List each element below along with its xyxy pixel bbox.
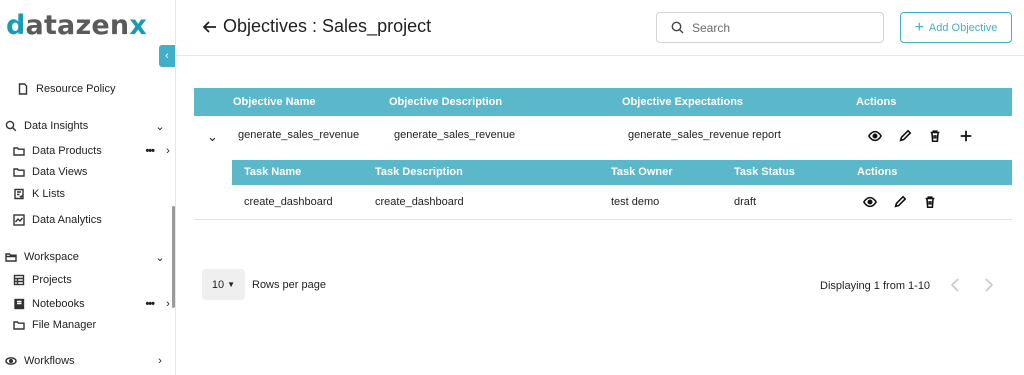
search-input[interactable] <box>692 20 872 35</box>
task-name-cell: create_dashboard <box>244 196 333 208</box>
caret-down-icon: ▼ <box>227 280 236 289</box>
sidebar-item-label: K Lists <box>32 188 66 200</box>
chevron-left-icon <box>950 278 959 292</box>
task-owner-cell: test demo <box>611 196 660 208</box>
chevron-left-icon: ‹ <box>165 50 169 62</box>
objective-expectations-cell: generate_sales_revenue report <box>628 129 781 141</box>
rows-per-page-value: 10 <box>211 278 225 291</box>
sidebar-item-data-views[interactable]: Data Views <box>12 162 182 182</box>
sidebar-item-data-insights[interactable]: Data Insights ⌄ <box>4 116 174 136</box>
add-task-plus-icon[interactable] <box>958 128 974 144</box>
objective-name-cell: generate_sales_revenue <box>238 129 360 141</box>
workflow-icon <box>4 354 18 368</box>
sidebar: datazenx ‹ Resource Policy Data Insights… <box>0 0 176 375</box>
chevron-down-icon: ⌄ <box>155 120 165 133</box>
column-header-task-owner[interactable]: Task Owner <box>611 160 673 185</box>
column-header-task-description[interactable]: Task Description <box>375 160 463 185</box>
folder-icon <box>12 318 26 332</box>
objectives-table-header: Objective Name Objective Description Obj… <box>194 88 1012 116</box>
edit-pencil-icon[interactable] <box>892 194 908 210</box>
search-insights-icon <box>4 119 18 133</box>
view-eye-icon[interactable] <box>862 194 878 210</box>
folder-icon <box>12 144 26 158</box>
plus-icon: + <box>914 18 924 36</box>
tasks-table-header: Task Name Task Description Task Owner Ta… <box>232 160 1012 185</box>
header-divider <box>176 55 1024 56</box>
rows-per-page-label: Rows per page <box>252 279 326 291</box>
chart-line-icon <box>12 213 26 227</box>
sidebar-item-workspace[interactable]: Workspace ⌄ <box>4 247 174 267</box>
sidebar-item-label: Resource Policy <box>36 83 116 95</box>
column-header-objective-description[interactable]: Objective Description <box>389 88 502 116</box>
column-header-task-status[interactable]: Task Status <box>734 160 795 185</box>
add-objective-label: Add Objective <box>928 21 998 34</box>
sidebar-item-data-products[interactable]: Data Products ••• › <box>12 141 182 161</box>
objective-description-cell: generate_sales_revenue <box>394 129 516 141</box>
more-options-icon[interactable]: ••• <box>145 145 155 157</box>
sidebar-item-resource-policy[interactable]: Resource Policy <box>16 79 186 99</box>
pagination-status: Displaying 1 from 1-10 <box>820 280 931 292</box>
search-box[interactable] <box>656 12 884 43</box>
sidebar-item-label: Data Views <box>32 166 88 178</box>
rows-per-page-select[interactable]: 10 ▼ <box>202 269 245 300</box>
sidebar-item-label: File Manager <box>32 319 97 331</box>
folder-icon <box>12 165 26 179</box>
page-title-text: Objectives : Sales_project <box>223 16 432 36</box>
previous-page-button[interactable] <box>948 276 962 294</box>
list-check-icon <box>12 187 26 201</box>
file-icon <box>16 82 30 96</box>
sidebar-item-label: Data Analytics <box>32 214 102 226</box>
back-arrow-icon[interactable] <box>201 18 219 36</box>
table-row[interactable]: create_dashboard create_dashboard test d… <box>194 186 1012 218</box>
column-header-actions: Actions <box>856 96 897 108</box>
sidebar-collapse-button[interactable]: ‹ <box>159 45 175 67</box>
sidebar-item-projects[interactable]: Projects <box>12 270 182 290</box>
sidebar-item-data-analytics[interactable]: Data Analytics <box>12 210 182 230</box>
grid-icon <box>12 273 26 287</box>
chevron-right-icon: › <box>166 145 170 157</box>
delete-trash-icon[interactable] <box>922 194 938 210</box>
task-status-cell: draft <box>734 196 757 208</box>
chevron-right-icon: › <box>166 298 170 310</box>
view-eye-icon[interactable] <box>867 128 883 144</box>
sidebar-item-label: Data Insights <box>24 120 89 132</box>
sidebar-item-label: Notebooks <box>32 298 85 310</box>
app-root: datazenx ‹ Resource Policy Data Insights… <box>0 0 1024 375</box>
table-row[interactable]: ⌄ generate_sales_revenue generate_sales_… <box>194 117 1012 157</box>
sidebar-item-label: Workspace <box>24 251 79 263</box>
sidebar-item-notebooks[interactable]: Notebooks ••• › <box>12 294 182 314</box>
column-header-task-name[interactable]: Task Name <box>244 160 301 185</box>
delete-trash-icon[interactable] <box>927 128 943 144</box>
column-header-objective-expectations[interactable]: Objective Expectations <box>622 88 743 116</box>
chevron-right-icon <box>985 278 994 292</box>
expand-chevron-icon[interactable]: ⌄ <box>207 130 218 143</box>
chevron-down-icon: ⌄ <box>155 251 165 264</box>
task-description-cell: create_dashboard <box>375 196 464 208</box>
column-header-task-actions: Actions <box>857 166 898 178</box>
column-header-objective-name[interactable]: Objective Name <box>233 88 316 116</box>
more-options-icon[interactable]: ••• <box>145 298 155 310</box>
sidebar-item-workflows[interactable]: Workflows › <box>4 351 174 371</box>
edit-pencil-icon[interactable] <box>897 128 913 144</box>
folder-open-icon <box>4 250 18 264</box>
sidebar-item-label: Data Products <box>32 145 102 157</box>
page-title: Objectives : Sales_project <box>201 16 431 37</box>
add-objective-button[interactable]: + Add Objective <box>900 12 1012 43</box>
next-page-button[interactable] <box>982 276 996 294</box>
app-logo[interactable]: datazenx <box>6 10 147 41</box>
sidebar-item-label: Workflows <box>24 355 75 367</box>
search-icon <box>671 21 684 34</box>
table-divider <box>194 219 1012 220</box>
chevron-right-icon: › <box>158 355 162 367</box>
sidebar-item-label: Projects <box>32 274 72 286</box>
sidebar-item-k-lists[interactable]: K Lists <box>12 184 182 204</box>
sidebar-item-file-manager[interactable]: File Manager <box>12 315 182 335</box>
notebook-icon <box>12 297 26 311</box>
